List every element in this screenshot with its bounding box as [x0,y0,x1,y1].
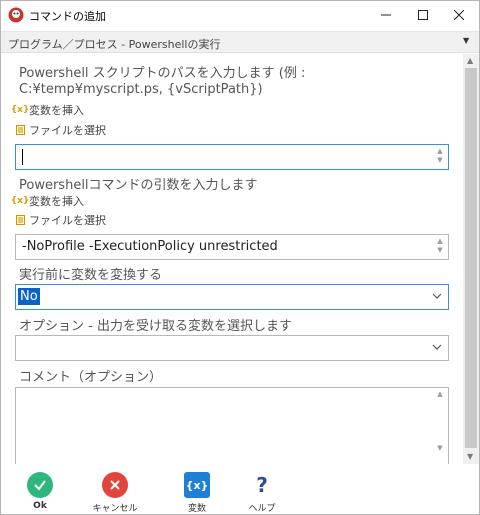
check-icon [27,472,53,498]
title-bar: コマンドの追加 [1,1,479,29]
script-path-label-line1: Powershell スクリプトのパスを入力します (例 : [19,66,306,81]
ok-button[interactable]: Ok [15,472,65,514]
comment-label: コメント（オプション） [19,370,163,385]
maximize-button[interactable] [403,1,443,29]
comment-scroll[interactable]: ▲ ▼ [435,390,445,464]
arguments-spin[interactable]: ▲ ▼ [435,237,445,257]
ok-label: Ok [33,501,47,511]
text-cursor [22,149,23,165]
arguments-label: Powershellコマンドの引数を入力します [19,178,258,193]
cancel-label: キャンセル [92,504,138,514]
app-logo-icon [8,7,24,23]
file-icon [15,215,25,226]
close-button[interactable] [439,1,479,29]
cancel-button[interactable]: キャンセル [90,472,140,514]
close-icon [454,10,464,20]
args-select-file-link[interactable]: ファイルを選択 [15,212,106,228]
scroll-thumb[interactable] [465,68,477,448]
chevron-down-icon [432,344,442,350]
caret-down-icon: ▼ [463,36,470,45]
arguments-input[interactable]: -NoProfile -ExecutionPolicy unrestricted… [15,234,449,260]
output-variable-select[interactable] [15,335,449,361]
scroll-down-icon[interactable]: ▼ [467,452,473,461]
vertical-scrollbar[interactable]: ▲ ▼ [463,54,479,464]
help-button[interactable]: ? ヘルプ [237,472,287,514]
convert-variables-selected: No [18,288,40,305]
arguments-value: -NoProfile -ExecutionPolicy unrestricted [22,239,278,254]
variable-button[interactable]: {x} 変数 [172,472,222,514]
variable-icon: {x} [184,472,210,498]
maximize-icon [418,10,428,20]
convert-variables-select[interactable]: No [15,284,449,310]
convert-variables-label: 実行前に変数を変換する [19,268,163,283]
variable-label: 変数 [187,504,206,514]
file-icon [15,125,25,136]
script-insert-variable-label: 変数を挿入 [29,104,84,117]
script-path-label-line2: C:¥temp¥myscript.ps, {vScriptPath}) [19,82,263,97]
args-select-file-label: ファイルを選択 [29,214,106,227]
script-path-spin[interactable]: ▲ ▼ [435,147,445,167]
insert-variable-icon: {x} [10,105,30,115]
comment-textarea[interactable]: ▲ ▼ [15,387,449,464]
script-insert-variable-link[interactable]: {x} 変数を挿入 [10,102,84,118]
args-insert-variable-label: 変数を挿入 [29,195,84,208]
args-insert-variable-link[interactable]: {x} 変数を挿入 [10,193,84,209]
output-variable-label: オプション - 出力を受け取る変数を選択します [19,319,292,334]
cross-icon [102,472,128,498]
bottom-toolbar: Ok キャンセル {x} 変数 ? ヘルプ [1,464,479,514]
help-icon: ? [249,472,275,498]
script-select-file-link[interactable]: ファイルを選択 [15,122,106,138]
insert-variable-icon: {x} [10,196,30,206]
minimize-icon [381,14,391,16]
minimize-button[interactable] [366,1,406,29]
help-label: ヘルプ [248,504,276,514]
add-command-window: コマンドの追加 プログラム／プロセス - Powershellの実行 ▼ Pow… [0,0,480,515]
section-header[interactable]: プログラム／プロセス - Powershellの実行 ▼ [1,31,479,53]
chevron-down-icon [432,293,442,299]
script-path-input[interactable]: ▲ ▼ [15,144,449,170]
scroll-up-icon[interactable]: ▲ [467,56,473,65]
form-content: Powershell スクリプトのパスを入力します (例 : C:¥temp¥m… [1,54,463,464]
window-title: コマンドの追加 [29,10,106,23]
script-select-file-label: ファイルを選択 [29,124,106,137]
section-title: プログラム／プロセス - Powershellの実行 [8,38,221,51]
